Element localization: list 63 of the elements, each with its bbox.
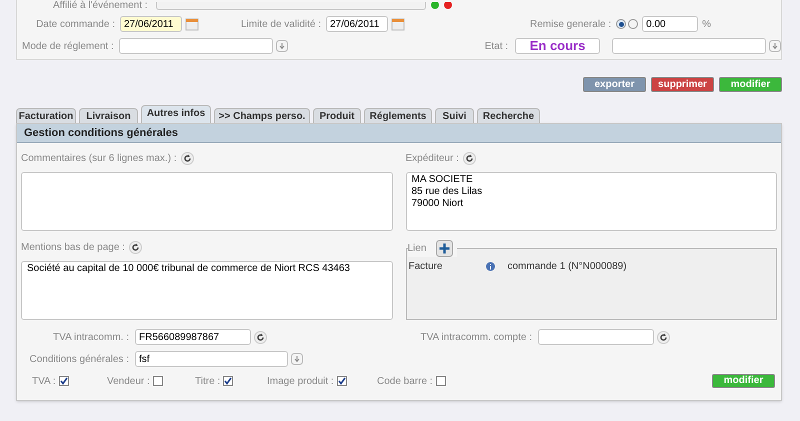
input-field[interactable] (156, 2, 426, 10)
radio-button[interactable] (616, 19, 626, 29)
refresh-icon[interactable] (462, 152, 476, 164)
checkbox[interactable] (152, 376, 163, 386)
checkbox[interactable] (336, 376, 347, 386)
tab[interactable]: Suivi (435, 108, 474, 123)
input-field[interactable] (118, 38, 273, 54)
field-label: Conditions générales : (28, 352, 130, 366)
checkbox[interactable] (436, 376, 446, 386)
field-label: Etat : (484, 40, 508, 54)
tab[interactable]: Recherche (477, 108, 540, 123)
input-field[interactable]: FR566089987867 (135, 329, 251, 345)
tab[interactable]: >> Champs perso. (214, 108, 310, 123)
field-label: Vendeur : (107, 374, 150, 388)
field-label: Limite de validité : (240, 18, 322, 32)
field-label: TVA intracomm. : (52, 330, 130, 344)
link[interactable]: commande 1 (N°N000089) (508, 258, 627, 274)
refresh-icon[interactable] (254, 330, 267, 344)
checkbox[interactable] (58, 376, 69, 386)
field-label: Titre : (195, 374, 220, 388)
field-label: TVA intracomm. compte : (419, 330, 533, 344)
info-icon (486, 262, 494, 270)
text-area[interactable]: Société au capital de 10 000€ tribunal de commerce de Niort RCS 43463 (21, 261, 392, 320)
field-label: Code barre : (377, 374, 433, 388)
section-title: Gestion conditions générales (17, 124, 781, 143)
status-field: En cours (515, 38, 600, 54)
field-label: Date commande : (35, 18, 116, 32)
status-dots-icon (430, 2, 454, 10)
delete-button[interactable]: supprimer (651, 76, 714, 92)
input-field[interactable] (538, 329, 654, 345)
calendar-icon[interactable] (185, 17, 199, 31)
plus-icon[interactable] (436, 240, 454, 257)
refresh-icon[interactable] (657, 330, 670, 344)
input-field[interactable]: 0.00 (642, 16, 698, 32)
field-label: Image produit : (267, 374, 334, 388)
tab[interactable]: Produit (313, 108, 361, 123)
field-label: Mode de réglement : (21, 40, 115, 54)
input-field[interactable]: fsf (135, 351, 288, 367)
field-label: Remise generale : (530, 18, 612, 32)
refresh-icon[interactable] (128, 240, 142, 254)
text-area[interactable]: MA SOCIETE 85 rue des Lilas 79000 Niort (406, 172, 777, 231)
tab[interactable]: Facturation (16, 108, 76, 123)
calendar-icon[interactable] (391, 17, 405, 31)
radio-button[interactable] (628, 19, 638, 29)
field-label: Affilié à l'événement : (53, 1, 148, 11)
refresh-icon[interactable] (180, 152, 194, 164)
field-label: Lien (408, 242, 426, 256)
tab[interactable]: Réglements (364, 108, 432, 123)
field-label: Commentaires (sur 6 lignes max.) : (21, 152, 177, 166)
input-field[interactable]: 27/06/2011 (326, 16, 388, 32)
check-icon (60, 377, 68, 385)
unit-label: % (702, 18, 712, 32)
link-type: Facture (408, 260, 444, 274)
field-label: TVA : (32, 374, 56, 388)
field-label: Expéditeur : (406, 152, 459, 166)
check-icon (338, 377, 346, 385)
checkbox[interactable] (223, 376, 234, 386)
tab[interactable]: Livraison (79, 108, 138, 123)
input-field[interactable] (612, 38, 766, 54)
check-icon (224, 377, 232, 385)
tab[interactable]: Autres infos (141, 105, 211, 123)
input-field[interactable]: 27/06/2011 (120, 16, 182, 32)
field-label: Mentions bas de page : (21, 240, 125, 254)
